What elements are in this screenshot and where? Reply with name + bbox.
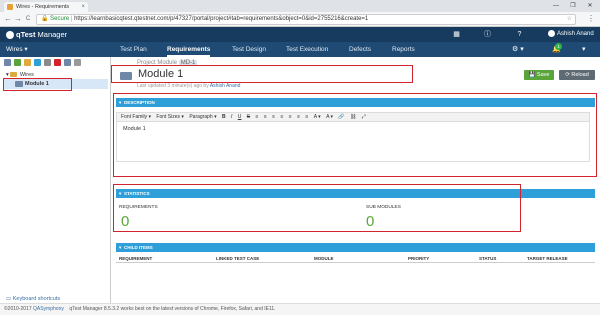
- updated-text: Last updated 3 minute(s) ago by: [137, 83, 209, 89]
- keyboard-shortcuts-link[interactable]: ▭ Keyboard shortcuts: [6, 296, 60, 302]
- title-highlight-box: Module 1: [111, 65, 413, 83]
- user-name: Ashish Anand: [557, 31, 594, 37]
- save-button[interactable]: 💾 Save: [524, 70, 554, 80]
- logo-suffix: Manager: [37, 30, 68, 39]
- secure-label: Secure: [50, 16, 70, 22]
- child-items-section-header[interactable]: ▾ CHILD ITEMS: [116, 243, 595, 252]
- qtest-favicon-icon: [7, 4, 13, 10]
- help-icon[interactable]: ?: [515, 30, 524, 39]
- new-module-icon[interactable]: [4, 59, 11, 66]
- project-selector[interactable]: Wires ▾: [6, 42, 28, 57]
- tab-requirements[interactable]: Requirements: [167, 42, 211, 57]
- search-icon[interactable]: [74, 59, 81, 66]
- user-menu[interactable]: Ashish Anand: [548, 29, 594, 40]
- qtest-logo[interactable]: qTest Manager: [6, 29, 67, 40]
- browser-notice: qTest Manager 8.5.3.2 works best on the …: [69, 306, 276, 312]
- save-label: Save: [536, 72, 550, 78]
- module-title-input[interactable]: Module 1: [138, 68, 183, 81]
- tab-close-icon[interactable]: ×: [81, 2, 85, 12]
- child-items-header-label: CHILD ITEMS: [124, 245, 153, 250]
- tab-reports[interactable]: Reports: [392, 42, 415, 57]
- forward-icon[interactable]: →: [13, 14, 23, 24]
- bookmark-star-icon[interactable]: ☆: [567, 15, 572, 24]
- copyright-text: ©2010-2017: [4, 306, 32, 312]
- app-header: qTest Manager ▦ ⓘ ? Ashish Anand: [0, 27, 600, 42]
- address-bar: ← → C 🔒 Secure | https://learnbasicqtest…: [0, 12, 600, 27]
- col-module[interactable]: MODULE: [314, 255, 334, 263]
- col-linked-test-case[interactable]: LINKED TEST CASE: [216, 255, 259, 263]
- tab-test-design[interactable]: Test Design: [232, 42, 266, 57]
- browser-tab-strip: Wires - Requirements × — ❐ ✕: [0, 0, 600, 12]
- child-items-table-header: REQUIREMENT LINKED TEST CASE MODULE PRIO…: [116, 255, 595, 263]
- settings-gear-icon[interactable]: ⚙ ▾: [512, 42, 524, 57]
- browser-tab-title: Wires - Requirements: [16, 4, 70, 10]
- window-close-button[interactable]: ✕: [582, 0, 598, 12]
- updated-by-link[interactable]: Ashish Anand: [210, 83, 241, 89]
- move-icon[interactable]: [64, 59, 71, 66]
- logo-text: qTest: [16, 30, 36, 39]
- browser-menu-icon[interactable]: ⋮: [586, 14, 596, 24]
- delete-icon[interactable]: [54, 59, 61, 66]
- refresh-icon[interactable]: C: [23, 14, 33, 24]
- collapse-chevron-icon: ▾: [119, 245, 122, 250]
- apps-grid-icon[interactable]: ▦: [452, 30, 461, 39]
- dropdown-caret-icon[interactable]: ▾: [582, 42, 586, 57]
- import-icon[interactable]: [24, 59, 31, 66]
- url-text: https://learnbasicqtest.qtestnet.com/p/4…: [74, 16, 369, 22]
- highlight-tree-item: [3, 78, 72, 91]
- avatar: [548, 29, 555, 37]
- new-requirement-icon[interactable]: [14, 59, 21, 66]
- qtest-logo-icon: [6, 31, 14, 40]
- reload-button[interactable]: ⟳ Reload: [559, 70, 595, 80]
- info-icon[interactable]: ⓘ: [483, 30, 492, 39]
- filter-icon[interactable]: [34, 59, 41, 66]
- tab-test-execution[interactable]: Test Execution: [286, 42, 328, 57]
- copy-icon[interactable]: [44, 59, 51, 66]
- window-maximize-button[interactable]: ❐: [565, 0, 581, 12]
- col-requirement[interactable]: REQUIREMENT: [119, 255, 152, 263]
- url-input[interactable]: 🔒 Secure | https://learnbasicqtest.qtest…: [36, 14, 576, 25]
- keyboard-shortcuts-label: Keyboard shortcuts: [12, 296, 61, 302]
- browser-tab[interactable]: Wires - Requirements ×: [4, 2, 88, 12]
- col-target-release[interactable]: TARGET RELEASE: [527, 255, 568, 263]
- lock-icon: 🔒: [41, 16, 49, 22]
- last-updated: Last updated 3 minute(s) ago by Ashish A…: [137, 83, 240, 89]
- project-navbar: Wires ▾ Test Plan Requirements Test Desi…: [0, 42, 600, 57]
- reload-label: Reload: [571, 72, 589, 78]
- tab-test-plan[interactable]: Test Plan: [120, 42, 147, 57]
- col-status[interactable]: STATUS: [479, 255, 496, 263]
- footer: ©2010-2017 QASymphony qTest Manager 8.5.…: [0, 303, 600, 315]
- statistics-highlight-box: [113, 184, 521, 232]
- project-folder-icon: [10, 72, 18, 78]
- module-folder-icon: [120, 72, 132, 80]
- tab-defects[interactable]: Defects: [349, 42, 371, 57]
- description-highlight-box: [113, 93, 597, 177]
- notification-badge: 1: [555, 43, 562, 50]
- company-link[interactable]: QASymphony: [33, 306, 64, 312]
- col-priority[interactable]: PRIORITY: [408, 255, 429, 263]
- tree-panel: ▾ Wires Module 1 ▭ Keyboard shortcuts: [0, 57, 111, 303]
- main-panel: Project Module MD-1 Module 1 Last update…: [111, 57, 600, 303]
- back-icon[interactable]: ←: [3, 14, 13, 24]
- window-minimize-button[interactable]: —: [548, 0, 564, 12]
